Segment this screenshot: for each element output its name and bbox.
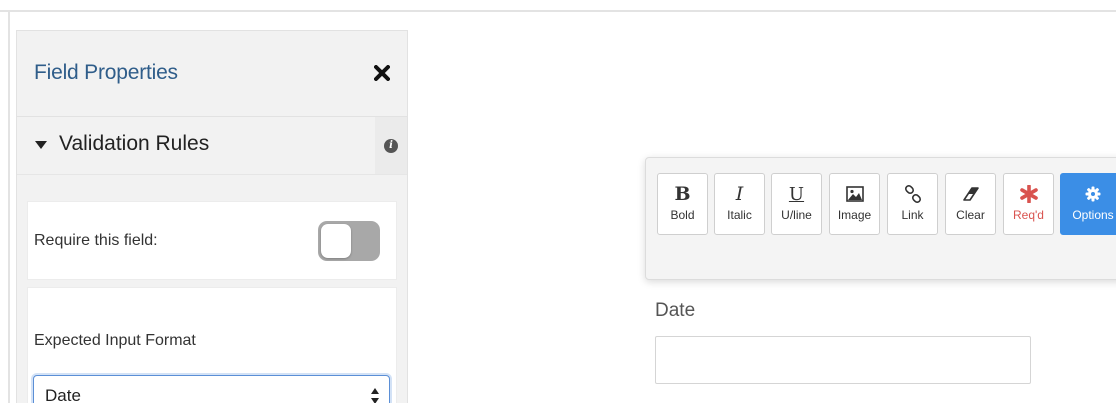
top-divider [0, 10, 1116, 12]
close-button[interactable] [369, 59, 395, 87]
panel-title: Field Properties [34, 61, 178, 84]
bold-label: Bold [670, 208, 695, 222]
section-title: Validation Rules [59, 132, 210, 155]
bold-button[interactable]: B Bold [657, 173, 708, 235]
field-properties-panel: Field Properties Validation Rules i Requ… [16, 30, 408, 403]
italic-button[interactable]: I Italic [714, 173, 765, 235]
info-icon: i [384, 138, 398, 153]
gear-icon [1085, 186, 1101, 202]
input-format-select[interactable]: Date [33, 375, 390, 403]
close-icon [374, 65, 390, 81]
image-button[interactable]: Image [829, 173, 880, 235]
eraser-icon [962, 187, 979, 201]
validation-rules-toggle[interactable]: Validation Rules [17, 117, 375, 174]
options-label: Options [1072, 208, 1114, 222]
link-icon [904, 185, 921, 203]
input-format-label: Expected Input Format [34, 332, 196, 349]
left-divider [8, 12, 10, 403]
bold-icon: B [674, 183, 691, 205]
panel-header: Field Properties [17, 31, 407, 117]
require-field-toggle[interactable] [318, 221, 380, 261]
preview-field-label: Date [655, 300, 696, 321]
input-format-value: Date [45, 386, 81, 403]
underline-icon: U [788, 183, 805, 205]
clear-label: Clear [956, 208, 985, 222]
page: Field Properties Validation Rules i Requ… [0, 0, 1116, 403]
info-button[interactable]: i [375, 117, 407, 174]
select-arrows-icon [371, 388, 379, 403]
options-button[interactable]: Options [1060, 173, 1116, 235]
require-field-row: Require this field: [27, 201, 397, 280]
required-button[interactable]: Req'd [1003, 173, 1054, 235]
require-field-label: Require this field: [34, 232, 158, 249]
required-label: Req'd [1013, 208, 1044, 222]
image-icon [845, 186, 864, 202]
link-label: Link [901, 208, 924, 222]
clear-button[interactable]: Clear [945, 173, 996, 235]
underline-label: U/line [781, 208, 812, 222]
image-label: Image [837, 208, 872, 222]
caret-down-icon [35, 141, 47, 149]
italic-icon: I [735, 183, 744, 205]
toggle-knob [321, 224, 351, 258]
asterisk-icon [1019, 185, 1038, 203]
link-button[interactable]: Link [887, 173, 938, 235]
italic-label: Italic [727, 208, 752, 222]
validation-rules-header: Validation Rules i [17, 117, 407, 175]
formatting-toolbar: B Bold I Italic U U/line Image Link Clea… [645, 157, 1116, 280]
underline-button[interactable]: U U/line [771, 173, 822, 235]
preview-date-input[interactable] [655, 336, 1031, 384]
